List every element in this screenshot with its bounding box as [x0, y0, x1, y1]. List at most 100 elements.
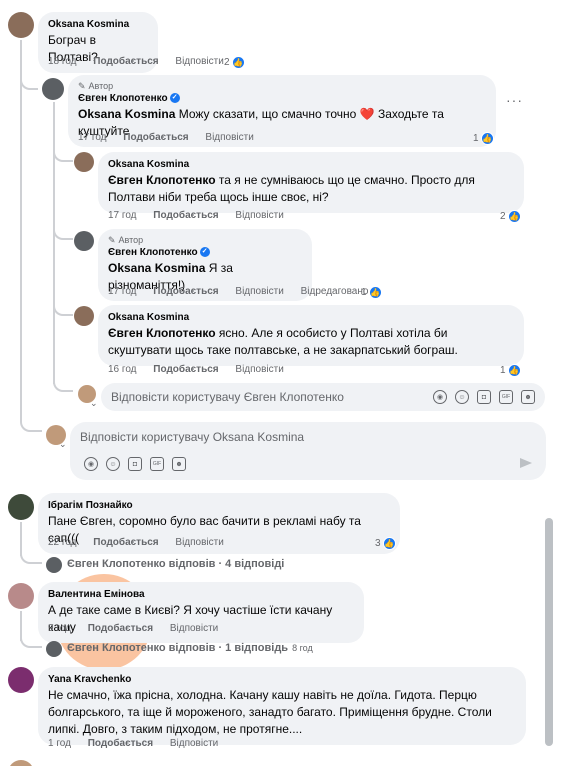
chevron-down-icon[interactable]: ⌄ [59, 439, 67, 450]
send-icon[interactable] [520, 458, 532, 468]
verified-icon: ✓ [199, 247, 210, 258]
comment-actions: 17 год Подобається Відповісти [78, 131, 268, 145]
avatar-sticker-icon[interactable]: ◉ [433, 390, 447, 404]
like-button[interactable]: Подобається [123, 132, 188, 143]
avatar[interactable] [74, 152, 94, 172]
like-button[interactable]: Подобається [153, 364, 218, 375]
comment-bubble: Yana Kravchenko Не смачно, їжа прісна, х… [38, 667, 526, 745]
comment-time[interactable]: 1 год [48, 738, 71, 749]
avatar[interactable] [8, 583, 34, 609]
avatar[interactable] [74, 306, 94, 326]
reaction-number: 1 [361, 286, 367, 298]
thumbs-up-icon: 👍 [368, 285, 382, 299]
like-button[interactable]: Подобається [153, 286, 218, 297]
comment-author[interactable]: Yana Kravchenko [48, 673, 516, 687]
reaction-count[interactable]: 3 👍 [375, 536, 396, 550]
more-options-icon[interactable]: ··· [506, 92, 523, 108]
view-replies-link[interactable]: Євген Клопотенко відповів · 4 відповіді [67, 558, 284, 570]
sticker-icon[interactable]: ☻ [172, 457, 186, 471]
camera-icon[interactable]: ◘ [128, 457, 142, 471]
emoji-icon[interactable]: ☺ [455, 390, 469, 404]
emoji-icon[interactable]: ☺ [106, 457, 120, 471]
scrollbar-thumb[interactable] [545, 518, 553, 746]
reaction-count[interactable]: 2 👍 [500, 209, 521, 223]
like-button[interactable]: Подобається [93, 537, 158, 548]
comment-time[interactable]: 18 год [48, 56, 77, 67]
gif-icon[interactable]: GIF [150, 457, 164, 471]
edited-label[interactable]: Відредаговано [301, 286, 369, 297]
comment-author[interactable]: Oksana Kosmina [48, 18, 148, 32]
reply-button[interactable]: Відповісти [170, 738, 218, 749]
reply-button[interactable]: Відповісти [235, 286, 283, 297]
thread-curve [53, 226, 73, 240]
reaction-number: 2 [500, 210, 506, 222]
thread-curve [20, 636, 42, 648]
thread-line [20, 40, 22, 420]
mention-link[interactable]: Oksana Kosmina [78, 107, 175, 121]
comment-text: Не смачно, їжа прісна, холодна. Качану к… [48, 688, 492, 736]
reply-button[interactable]: Відповісти [175, 56, 223, 67]
author-name[interactable]: Євген Клопотенко [108, 247, 198, 258]
avatar[interactable] [42, 78, 64, 100]
comment-time[interactable]: 9 год [48, 623, 71, 634]
reply-input-box[interactable]: Відповісти користувачу Oksana Kosmina ◉ … [70, 422, 546, 480]
author-name[interactable]: Євген Клопотенко [78, 93, 168, 104]
sticker-icon[interactable]: ☻ [521, 390, 535, 404]
author-tag-label: Автор [88, 81, 114, 91]
reaction-count[interactable]: 1 👍 [361, 285, 382, 299]
comment-actions: 17 год Подобається Відповісти Відредагов… [108, 285, 382, 299]
like-button[interactable]: Подобається [153, 210, 218, 221]
thumbs-up-icon: 👍 [507, 363, 521, 377]
avatar[interactable] [8, 12, 34, 38]
reply-button[interactable]: Відповісти [235, 210, 283, 221]
reply-time: 8 год [292, 643, 313, 653]
thumbs-up-icon: 👍 [480, 131, 494, 145]
comment-author[interactable]: Євген Клопотенко ✓ [108, 246, 302, 260]
like-button[interactable]: Подобається [88, 738, 153, 749]
comment-time[interactable]: 17 год [108, 286, 137, 297]
reply-button[interactable]: Відповісти [235, 364, 283, 375]
reaction-number: 3 [375, 537, 381, 549]
like-button[interactable]: Подобається [93, 56, 158, 67]
comment-author[interactable]: Євген Клопотенко ✓ [78, 92, 486, 106]
pencil-icon: ✎ [78, 81, 86, 91]
mention-link[interactable]: Oksana Kosmina [108, 261, 205, 275]
reaction-count[interactable]: 1 👍 [473, 131, 494, 145]
comment-author[interactable]: Oksana Kosmina [108, 158, 514, 172]
like-button[interactable]: Подобається [88, 623, 153, 634]
comment-time[interactable]: 16 год [108, 364, 137, 375]
avatar-sticker-icon[interactable]: ◉ [84, 457, 98, 471]
reply-button[interactable]: Відповісти [170, 623, 218, 634]
chevron-down-icon[interactable]: ⌄ [90, 398, 98, 409]
comment-time[interactable]: 22 год [48, 537, 77, 548]
thumbs-up-icon: 👍 [231, 55, 245, 69]
reaction-count[interactable]: 2 👍 [224, 55, 245, 69]
thumbs-up-icon: 👍 [507, 209, 521, 223]
view-replies-label[interactable]: Євген Клопотенко відповів · 1 відповідь [67, 642, 288, 654]
reaction-count[interactable]: 1 👍 [500, 363, 521, 377]
mention-link[interactable]: Євген Клопотенко [108, 326, 216, 340]
comment-text-part: Можу сказати, що смачно точно [175, 107, 360, 121]
comment-author[interactable]: Oksana Kosmina [108, 311, 514, 325]
avatar[interactable] [8, 494, 34, 520]
gif-icon[interactable]: GIF [499, 390, 513, 404]
comment-time[interactable]: 17 год [78, 132, 107, 143]
view-replies-link[interactable]: Євген Клопотенко відповів · 1 відповідь 8… [67, 642, 313, 654]
camera-icon[interactable]: ◘ [477, 390, 491, 404]
reply-input-box[interactable]: Відповісти користувачу Євген Клопотенко … [101, 383, 545, 411]
comment-author[interactable]: Валентина Емінова [48, 588, 354, 602]
thread-curve [53, 302, 73, 316]
reply-button[interactable]: Відповісти [175, 537, 223, 548]
reply-input-placeholder[interactable]: Відповісти користувачу Євген Клопотенко [111, 390, 425, 404]
mention-link[interactable]: Євген Клопотенко [108, 173, 216, 187]
avatar[interactable] [8, 667, 34, 693]
comment-text: Євген Клопотенко ясно. Але я особисто у … [108, 325, 514, 359]
reply-button[interactable]: Відповісти [205, 132, 253, 143]
comment-actions: 18 год Подобається Відповісти [48, 55, 238, 69]
comment-author[interactable]: Ібрагім Познайко [48, 499, 390, 513]
author-tag-label: Автор [118, 235, 144, 245]
avatar[interactable] [74, 231, 94, 251]
comment-time[interactable]: 17 год [108, 210, 137, 221]
thread-curve [53, 378, 73, 392]
reply-input-placeholder[interactable]: Відповісти користувачу Oksana Kosmina [80, 430, 304, 444]
